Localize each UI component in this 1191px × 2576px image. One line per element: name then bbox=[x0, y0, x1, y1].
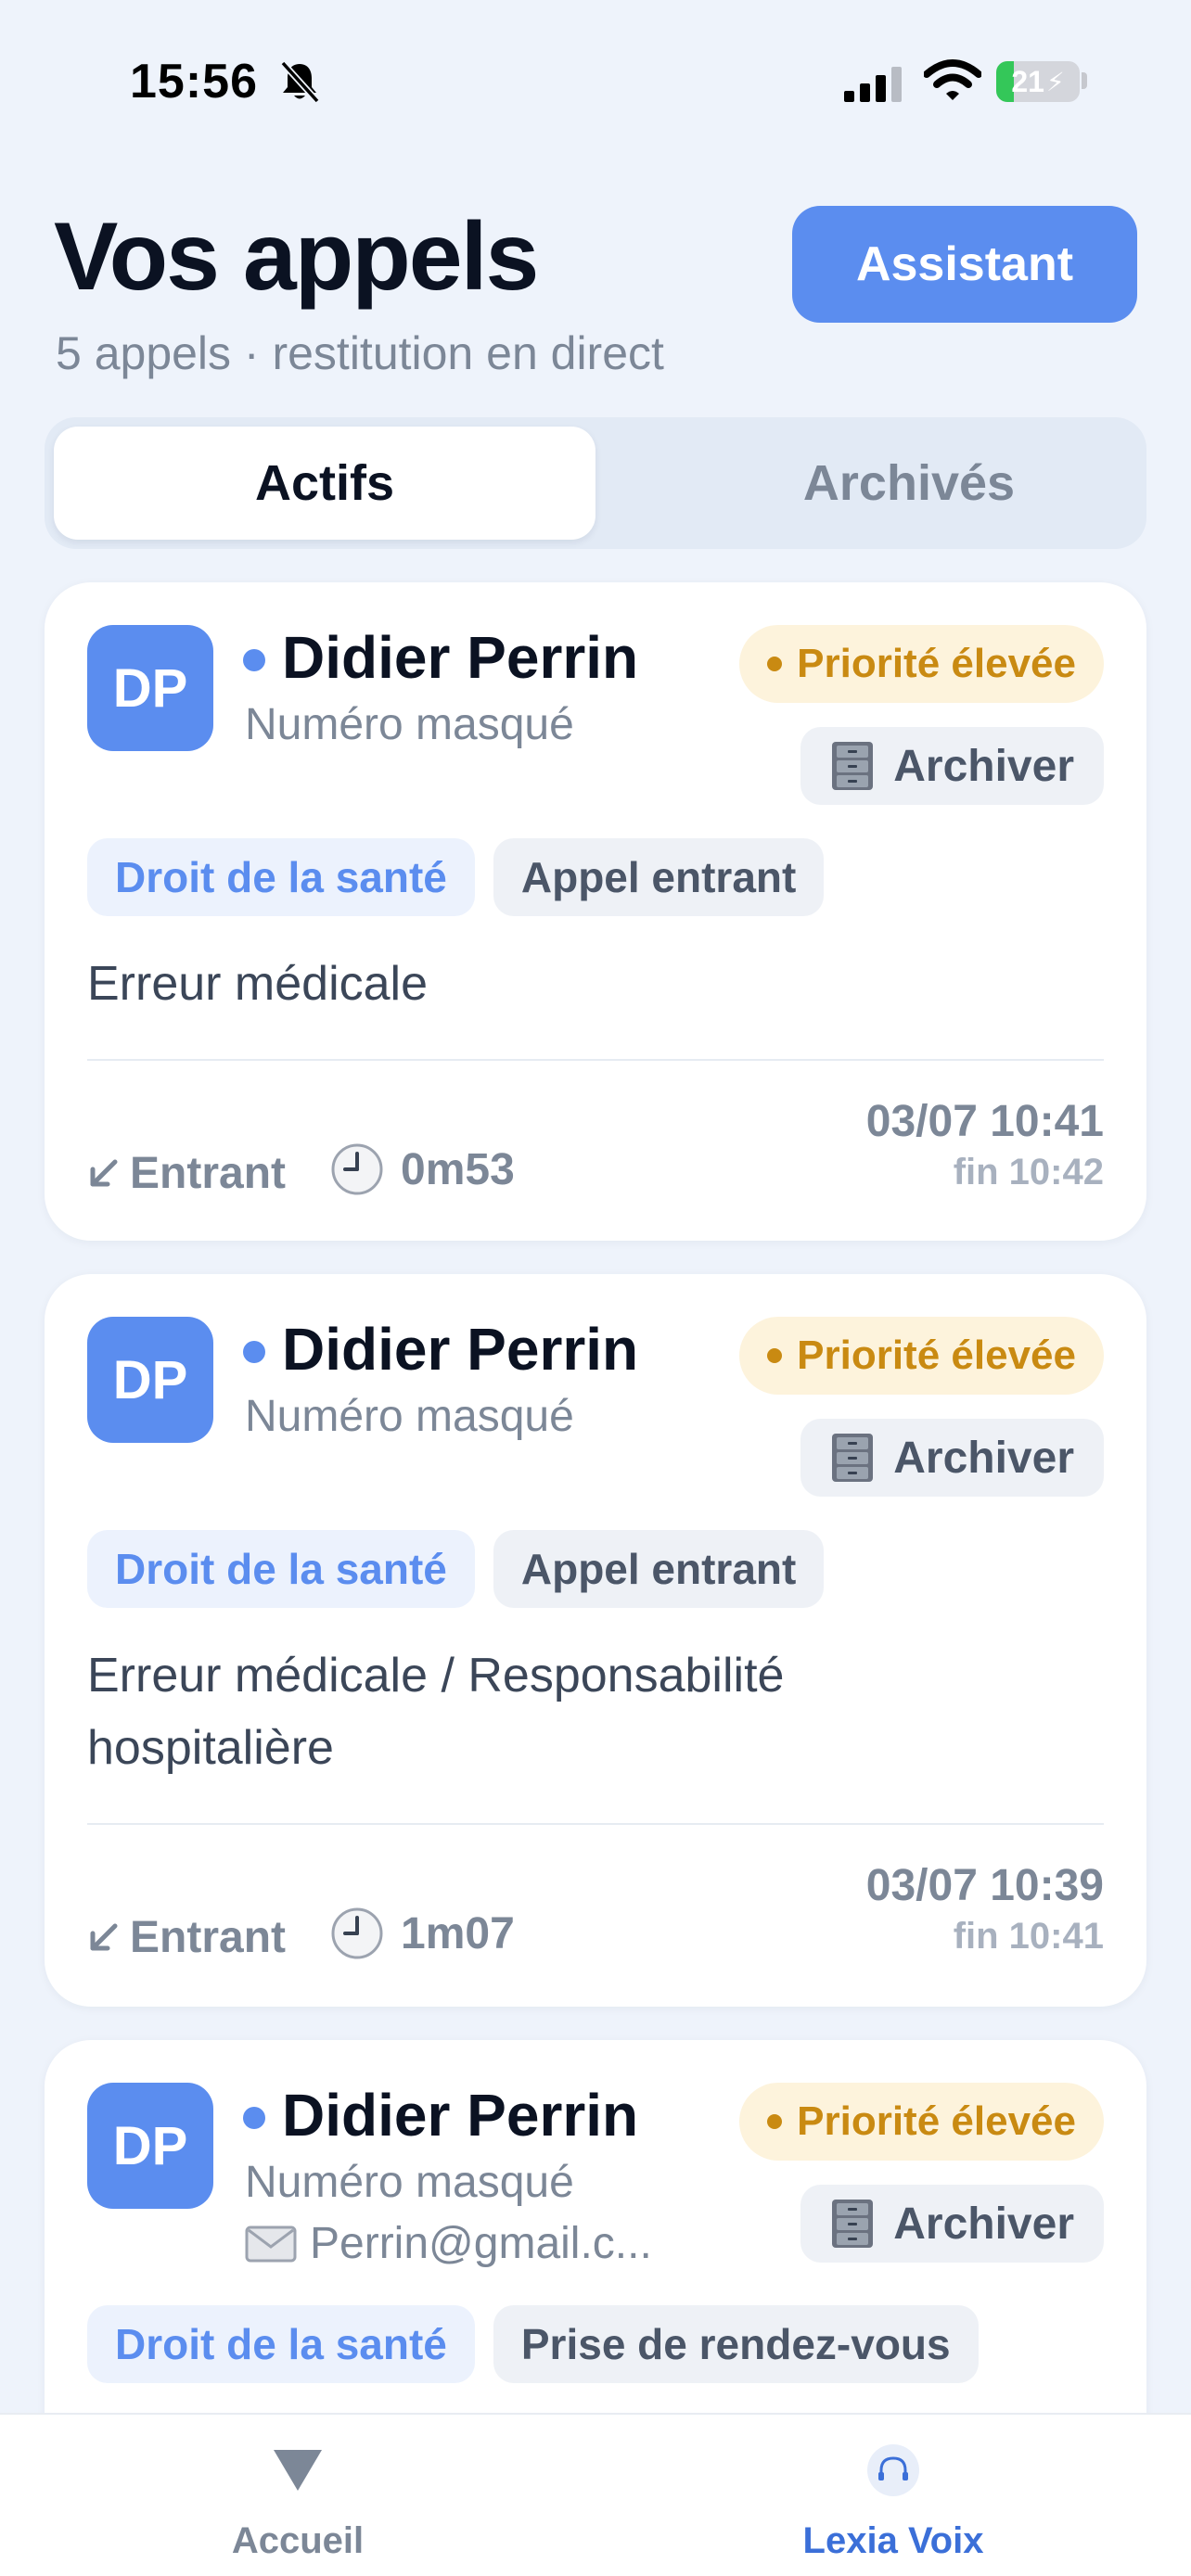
unread-dot bbox=[243, 1341, 265, 1363]
tab-actifs[interactable]: Actifs bbox=[54, 427, 596, 540]
avatar: DP bbox=[87, 625, 213, 751]
caller-number: Numéro masqué bbox=[245, 1392, 574, 1441]
headset-icon bbox=[867, 2444, 919, 2496]
priority-label: Priorité élevée bbox=[797, 2098, 1076, 2144]
caller-name: Didier Perrin bbox=[282, 1316, 639, 1383]
tag-call-type: Appel entrant bbox=[493, 1530, 825, 1608]
cellular-signal-icon bbox=[844, 67, 902, 102]
tag-list: Droit de la santé Appel entrant bbox=[87, 1530, 825, 1608]
unread-dot bbox=[243, 649, 265, 671]
calls-screen: 15:56 21 ⚡ Vos appels 5 appels · restitut… bbox=[0, 0, 1191, 2576]
direction-label: Entrant bbox=[130, 1149, 286, 1198]
wifi-icon bbox=[924, 59, 981, 100]
clock-icon bbox=[331, 1907, 383, 1959]
tag-practice-area: Droit de la santé bbox=[87, 2305, 475, 2383]
clock-icon bbox=[331, 1143, 383, 1195]
tab-lexia-voix-label: Lexia Voix bbox=[802, 2520, 984, 2561]
envelope-icon bbox=[245, 2225, 297, 2262]
calls-filter-segmented: Actifs Archivés bbox=[45, 417, 1146, 549]
archive-button[interactable]: Archiver bbox=[800, 2185, 1104, 2263]
arrow-down-left-icon bbox=[90, 1923, 118, 1950]
priority-dot bbox=[767, 657, 783, 671]
priority-badge: Priorité élevée bbox=[739, 2083, 1104, 2161]
page-title: Vos appels bbox=[54, 203, 539, 311]
tag-practice-area: Droit de la santé bbox=[87, 1530, 475, 1608]
archive-label: Archiver bbox=[893, 741, 1074, 791]
call-direction: Entrant bbox=[87, 1912, 286, 1963]
divider bbox=[87, 1823, 1104, 1825]
tag-practice-area: Droit de la santé bbox=[87, 838, 475, 916]
page-subtitle: 5 appels · restitution en direct bbox=[56, 327, 664, 379]
tag-call-type: Prise de rendez-vous bbox=[493, 2305, 979, 2383]
priority-dot bbox=[767, 1348, 783, 1363]
call-end-time: fin 10:41 bbox=[953, 1916, 1104, 1957]
avatar: DP bbox=[87, 1317, 213, 1443]
tab-lexia-voix[interactable]: Lexia Voix bbox=[596, 2415, 1191, 2576]
priority-badge: Priorité élevée bbox=[739, 1317, 1104, 1395]
call-direction: Entrant bbox=[87, 1148, 286, 1199]
call-card[interactable]: DP Didier Perrin Numéro masqué Priorité … bbox=[45, 1274, 1146, 2007]
caller-name: Didier Perrin bbox=[282, 624, 639, 691]
unread-dot bbox=[243, 2107, 265, 2129]
archive-button[interactable]: Archiver bbox=[800, 727, 1104, 805]
priority-badge: Priorité élevée bbox=[739, 625, 1104, 703]
email-label: Perrin@gmail.c... bbox=[310, 2219, 652, 2268]
call-summary: Erreur médicale / Responsabilité hospita… bbox=[87, 1649, 785, 1775]
call-duration: 1m07 bbox=[330, 1906, 515, 1960]
call-duration: 0m53 bbox=[330, 1142, 515, 1196]
call-summary: Erreur médicale bbox=[87, 957, 429, 1011]
caller-number: Numéro masqué bbox=[245, 700, 574, 749]
archive-label: Archiver bbox=[893, 2199, 1074, 2249]
archive-button[interactable]: Archiver bbox=[800, 1419, 1104, 1497]
tag-call-type: Appel entrant bbox=[493, 838, 825, 916]
tab-accueil[interactable]: Accueil bbox=[0, 2415, 596, 2576]
arrow-down-left-icon bbox=[90, 1159, 118, 1186]
bottom-tab-bar: Accueil Lexia Voix bbox=[0, 2413, 1191, 2576]
bolt-icon: ⚡ bbox=[1045, 67, 1065, 96]
file-cabinet-icon bbox=[832, 2200, 874, 2248]
caller-number: Numéro masqué bbox=[245, 2158, 574, 2207]
battery-nub bbox=[1082, 72, 1087, 89]
duration-label: 1m07 bbox=[401, 1908, 515, 1958]
tab-accueil-label: Accueil bbox=[231, 2520, 365, 2561]
archive-label: Archiver bbox=[893, 1433, 1074, 1483]
triangle-down-icon bbox=[274, 2450, 322, 2491]
call-date: 03/07 10:41 bbox=[865, 1097, 1104, 1146]
direction-label: Entrant bbox=[130, 1913, 286, 1962]
file-cabinet-icon bbox=[832, 1434, 874, 1482]
caller-name: Didier Perrin bbox=[282, 2082, 639, 2149]
priority-dot bbox=[767, 2114, 783, 2129]
tag-list: Droit de la santé Appel entrant bbox=[87, 838, 825, 916]
divider bbox=[87, 1059, 1104, 1061]
bell-slash-icon bbox=[280, 60, 320, 104]
tag-list: Droit de la santé Prise de rendez-vous bbox=[87, 2305, 979, 2383]
duration-label: 0m53 bbox=[401, 1144, 515, 1194]
call-card[interactable]: DP Didier Perrin Numéro masqué Priorité … bbox=[45, 582, 1146, 1241]
status-bar: 15:56 21 ⚡ bbox=[0, 0, 1191, 148]
priority-label: Priorité élevée bbox=[797, 1333, 1076, 1378]
priority-label: Priorité élevée bbox=[797, 641, 1076, 686]
battery-percent: 21 bbox=[1011, 64, 1044, 98]
caller-email: Perrin@gmail.c... bbox=[245, 2218, 652, 2269]
call-date: 03/07 10:39 bbox=[865, 1861, 1104, 1910]
assistant-button[interactable]: Assistant bbox=[792, 206, 1137, 323]
tab-archives[interactable]: Archivés bbox=[638, 427, 1180, 540]
avatar: DP bbox=[87, 2083, 213, 2209]
status-time: 15:56 bbox=[130, 55, 258, 108]
battery-charging-icon: 21 ⚡ bbox=[996, 61, 1080, 102]
call-end-time: fin 10:42 bbox=[953, 1152, 1104, 1192]
file-cabinet-icon bbox=[832, 742, 874, 790]
